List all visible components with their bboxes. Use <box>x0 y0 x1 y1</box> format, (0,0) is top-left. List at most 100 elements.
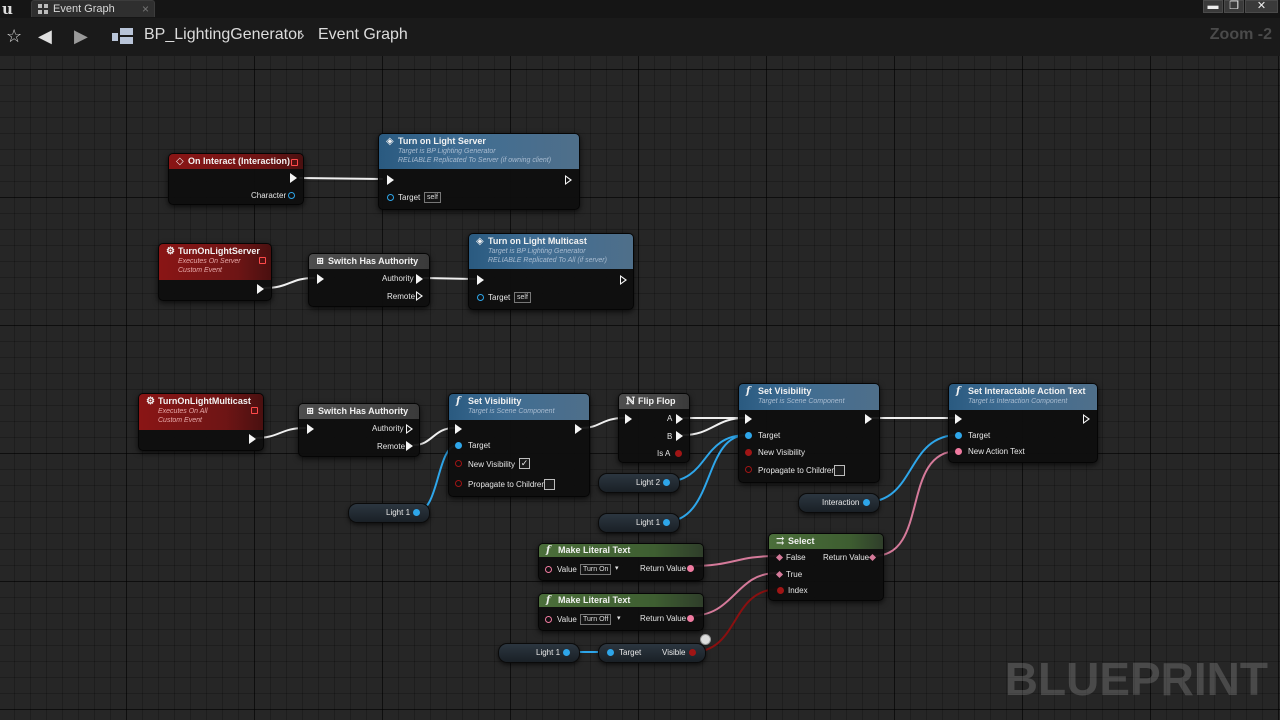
exec-out-pin[interactable] <box>620 275 627 285</box>
function-node-select[interactable]: ⇉ Select False Return Value True Index <box>768 533 884 601</box>
authority-out-pin[interactable] <box>416 274 423 284</box>
event-node-turnonlightmulticast[interactable]: ⚙ TurnOnLightMulticast Executes On All Cu… <box>138 393 264 451</box>
target-pin[interactable] <box>387 194 394 201</box>
function-node-make-literal-text-2[interactable]: f Make Literal Text Value Turn Off ▾ Retu… <box>538 593 704 631</box>
node-subtitle: Target is Interaction Component <box>968 398 1068 405</box>
reroute-knot[interactable] <box>700 634 711 645</box>
return-value-pin[interactable] <box>687 565 694 572</box>
delegate-pin[interactable] <box>251 407 258 414</box>
variable-light2[interactable]: Light 2 <box>598 473 680 493</box>
function-node-set-interactable-action-text[interactable]: f Set Interactable Action Text Target is … <box>948 383 1098 463</box>
exec-in-pin[interactable] <box>955 414 962 424</box>
target-pin[interactable] <box>455 442 462 449</box>
delegate-pin[interactable] <box>291 159 298 166</box>
restore-button[interactable]: ❐ <box>1224 0 1244 13</box>
value-textbox[interactable]: Turn On <box>580 564 612 575</box>
exec-in-pin[interactable] <box>307 424 314 434</box>
propagate-pin[interactable] <box>745 466 752 473</box>
variable-out-pin[interactable] <box>663 479 670 486</box>
visible-out-pin[interactable] <box>689 649 696 656</box>
propagate-checkbox[interactable] <box>834 465 845 476</box>
exec-out-pin[interactable] <box>565 175 572 185</box>
exec-out-pin[interactable] <box>865 414 872 424</box>
target-pin[interactable] <box>607 649 614 656</box>
variable-out-pin[interactable] <box>413 509 420 516</box>
value-textbox[interactable]: Turn Off <box>580 614 612 625</box>
zoom-level: Zoom -2 <box>1209 26 1272 43</box>
blueprint-graph-icon <box>112 28 134 46</box>
node-title: Set Interactable Action Text <box>968 386 1086 396</box>
new-visibility-pin[interactable] <box>745 449 752 456</box>
target-pin[interactable] <box>955 432 962 439</box>
is-a-out-pin[interactable] <box>675 450 682 457</box>
exec-out-pin[interactable] <box>290 173 297 183</box>
b-out-pin[interactable] <box>676 431 683 441</box>
value-pin[interactable] <box>545 616 552 623</box>
false-pin[interactable] <box>775 553 784 562</box>
function-node-turn-on-light-server[interactable]: ◈ Turn on Light Server Target is BP Light… <box>378 133 580 210</box>
exec-out-pin[interactable] <box>575 424 582 434</box>
macro-node-switch-has-authority[interactable]: ⊞ Switch Has Authority Authority Remote <box>308 253 430 307</box>
return-value-pin[interactable] <box>868 553 877 562</box>
function-icon: f <box>956 386 961 397</box>
variable-interaction[interactable]: Interaction <box>798 493 880 513</box>
function-node-is-visible[interactable]: Target Visible <box>598 643 706 663</box>
exec-in-pin[interactable] <box>745 414 752 424</box>
propagate-pin[interactable] <box>455 480 462 487</box>
arrow-left-icon[interactable]: ◀ <box>38 27 52 45</box>
new-action-text-pin[interactable] <box>955 448 962 455</box>
function-call-icon: ◈ <box>386 136 394 147</box>
exec-in-pin[interactable] <box>477 275 484 285</box>
macro-node-switch-has-authority-2[interactable]: ⊞ Switch Has Authority Authority Remote <box>298 403 420 457</box>
function-node-set-visibility-2[interactable]: f Set Visibility Target is Scene Componen… <box>738 383 880 483</box>
remote-out-pin[interactable] <box>406 441 413 451</box>
authority-out-pin[interactable] <box>406 424 413 434</box>
breadcrumb-graph[interactable]: Event Graph <box>318 26 408 44</box>
exec-in-pin[interactable] <box>317 274 324 284</box>
variable-out-pin[interactable] <box>563 649 570 656</box>
exec-out-pin[interactable] <box>1083 414 1090 424</box>
exec-in-pin[interactable] <box>625 414 632 424</box>
breadcrumb-asset[interactable]: BP_LightingGenerator <box>144 26 302 44</box>
index-pin[interactable] <box>777 587 784 594</box>
function-node-make-literal-text[interactable]: f Make Literal Text Value Turn On ▾ Retur… <box>538 543 704 581</box>
exec-in-pin[interactable] <box>455 424 462 434</box>
dropdown-arrow-icon[interactable]: ▾ <box>615 564 619 572</box>
exec-out-pin[interactable] <box>257 284 264 294</box>
tab-close-icon[interactable]: × <box>142 2 149 16</box>
variable-light1[interactable]: Light 1 <box>348 503 430 523</box>
tab-event-graph[interactable]: Event Graph × <box>31 0 155 17</box>
function-node-set-visibility[interactable]: f Set Visibility Target is Scene Componen… <box>448 393 590 497</box>
variable-out-pin[interactable] <box>863 499 870 506</box>
event-node-on-interact[interactable]: ◇ On Interact (Interaction) Character <box>168 153 304 205</box>
function-node-turn-on-light-multicast[interactable]: ◈ Turn on Light Multicast Target is BP Li… <box>468 233 634 310</box>
event-node-turnonlightserver[interactable]: ⚙ TurnOnLightServer Executes On Server Cu… <box>158 243 272 301</box>
node-subtitle: Custom Event <box>158 417 202 424</box>
true-pin[interactable] <box>775 570 784 579</box>
delegate-pin[interactable] <box>259 257 266 264</box>
target-pin[interactable] <box>477 294 484 301</box>
a-out-pin[interactable] <box>676 414 683 424</box>
arrow-right-icon[interactable]: ▶ <box>74 27 88 45</box>
new-visibility-checkbox[interactable]: ✓ <box>519 458 530 469</box>
exec-out-pin[interactable] <box>249 434 256 444</box>
variable-light1-b[interactable]: Light 1 <box>598 513 680 533</box>
target-pin[interactable] <box>745 432 752 439</box>
star-icon[interactable]: ☆ <box>6 27 22 45</box>
dropdown-arrow-icon[interactable]: ▾ <box>617 614 621 622</box>
macro-node-flip-flop[interactable]: ℕ Flip Flop A B Is A <box>618 393 690 463</box>
node-subtitle: RELIABLE Replicated To Server (if owning… <box>398 157 552 164</box>
value-pin[interactable] <box>545 566 552 573</box>
return-value-pin[interactable] <box>687 615 694 622</box>
close-window-button[interactable]: ✕ <box>1245 0 1278 13</box>
new-visibility-pin[interactable] <box>455 460 462 467</box>
variable-light1-c[interactable]: Light 1 <box>498 643 580 663</box>
exec-in-pin[interactable] <box>387 175 394 185</box>
pin-label: B <box>667 432 673 441</box>
node-title: Make Literal Text <box>558 545 631 555</box>
propagate-checkbox[interactable] <box>544 479 555 490</box>
minimize-button[interactable]: ▬ <box>1203 0 1223 13</box>
variable-out-pin[interactable] <box>663 519 670 526</box>
character-out-pin[interactable] <box>288 192 295 199</box>
remote-out-pin[interactable] <box>416 291 423 301</box>
